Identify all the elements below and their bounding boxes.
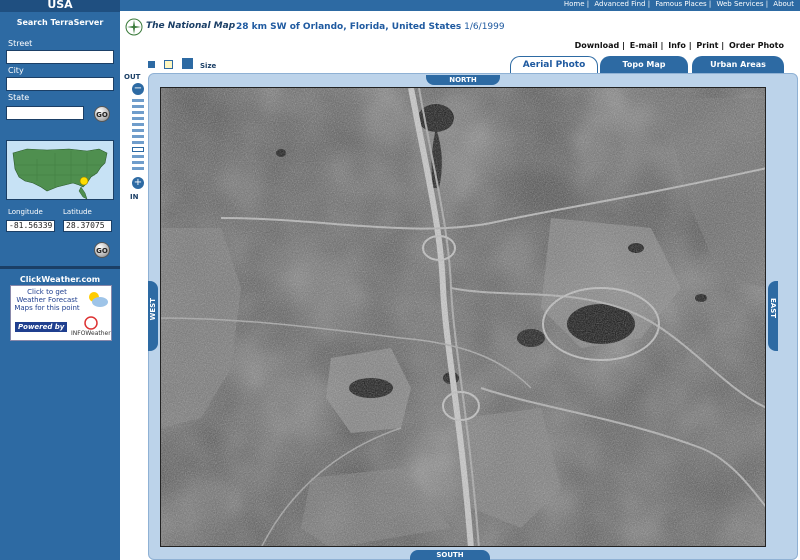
- terraserver-page: USA Search TerraServer Street City State…: [0, 0, 800, 560]
- pan-west-label: WEST: [149, 298, 157, 321]
- nav-advanced-find-link[interactable]: Advanced Find: [594, 0, 645, 8]
- tab-urban-areas[interactable]: Urban Areas: [692, 56, 784, 73]
- city-input[interactable]: [6, 77, 114, 91]
- infoweather-brand: INFOWeather: [71, 330, 111, 337]
- size-large-button[interactable]: [182, 58, 193, 69]
- state-input[interactable]: [6, 106, 84, 120]
- zoom-level-bar[interactable]: [132, 105, 144, 108]
- tab-aerial-photo[interactable]: Aerial Photo: [510, 56, 598, 73]
- zoom-out-label[interactable]: OUT: [124, 73, 140, 81]
- zoom-level-bar[interactable]: [132, 99, 144, 102]
- pan-north-button[interactable]: NORTH: [426, 75, 500, 85]
- nav-home-link[interactable]: Home: [564, 0, 585, 8]
- main-panel: The National Map 28 km SW of Orlando, Fl…: [120, 11, 800, 560]
- city-label: City: [8, 66, 24, 75]
- clickweather-line2: Weather Forecast: [16, 296, 78, 304]
- aerial-photo-image: [161, 88, 765, 546]
- zoom-level-bar[interactable]: [132, 117, 144, 120]
- infoweather-logo-icon: [84, 316, 98, 330]
- zoom-in-label[interactable]: IN: [130, 193, 138, 201]
- location-title: 28 km SW of Orlando, Florida, United Sta…: [236, 22, 505, 32]
- zoom-level-bar[interactable]: [132, 141, 144, 144]
- clickweather-title[interactable]: ClickWeather.com: [0, 275, 120, 284]
- zoom-level-bar-selected[interactable]: [132, 147, 144, 152]
- national-map-logo-icon[interactable]: [125, 18, 143, 36]
- search-go-button[interactable]: GO: [94, 106, 110, 122]
- search-title: Search TerraServer: [16, 18, 104, 27]
- us-overview-map[interactable]: [6, 140, 114, 200]
- longitude-field[interactable]: -81.56339: [6, 220, 55, 232]
- location-marker-icon: [79, 176, 89, 186]
- zoom-level-bar[interactable]: [132, 123, 144, 126]
- state-label: State: [8, 93, 30, 102]
- pan-east-label: EAST: [769, 298, 777, 319]
- size-medium-button[interactable]: [164, 60, 173, 69]
- pan-south-button[interactable]: SOUTH: [410, 550, 490, 560]
- tab-topo-map[interactable]: Topo Map: [600, 56, 688, 73]
- zoom-out-icon[interactable]: −: [132, 83, 144, 95]
- weather-sun-cloud-icon: [89, 292, 108, 307]
- order-photo-link[interactable]: Order Photo: [729, 41, 784, 50]
- street-input[interactable]: [6, 50, 114, 64]
- pan-west-button[interactable]: WEST: [148, 281, 158, 351]
- info-link[interactable]: Info: [668, 41, 686, 50]
- longitude-label: Longitude: [8, 208, 43, 216]
- clickweather-line1: Click to get: [27, 288, 67, 296]
- size-small-button[interactable]: [148, 61, 155, 68]
- zoom-level-bar[interactable]: [132, 161, 144, 164]
- latitude-field[interactable]: 28.37075: [63, 220, 112, 232]
- nav-famous-places-link[interactable]: Famous Places: [655, 0, 706, 8]
- street-label: Street: [8, 39, 33, 48]
- zoom-in-icon[interactable]: +: [132, 177, 144, 189]
- sidebar: USA Search TerraServer Street City State…: [0, 0, 120, 560]
- coords-go-button[interactable]: GO: [94, 242, 110, 258]
- size-label: Size: [200, 62, 217, 70]
- nav-web-services-link[interactable]: Web Services: [716, 0, 763, 8]
- us-map-graphic: [12, 148, 108, 199]
- zoom-level-bar[interactable]: [132, 129, 144, 132]
- sidebar-divider: [0, 266, 120, 269]
- zoom-level-bar[interactable]: [132, 111, 144, 114]
- download-link[interactable]: Download: [575, 41, 620, 50]
- zoom-level-bar[interactable]: [132, 167, 144, 170]
- brand-title: USA: [0, 0, 120, 12]
- print-link[interactable]: Print: [696, 41, 718, 50]
- latitude-label: Latitude: [63, 208, 92, 216]
- pan-east-button[interactable]: EAST: [768, 281, 778, 351]
- toolbar-links: Download | E-mail | Info | Print | Order…: [574, 41, 784, 50]
- email-link[interactable]: E-mail: [630, 41, 658, 50]
- top-nav: Home | Advanced Find | Famous Places | W…: [120, 0, 800, 11]
- clickweather-line3: Maps for this point: [14, 304, 80, 312]
- national-map-logo-text[interactable]: The National Map: [146, 21, 235, 31]
- clickweather-ad[interactable]: Click to get Weather Forecast Maps for t…: [10, 285, 112, 341]
- nav-about-link[interactable]: About: [773, 0, 794, 8]
- image-date: 1/6/1999: [464, 22, 505, 32]
- zoom-level-bar[interactable]: [132, 135, 144, 138]
- zoom-level-bar[interactable]: [132, 155, 144, 158]
- aerial-photo-map[interactable]: [160, 87, 766, 547]
- location-name: 28 km SW of Orlando, Florida, United Sta…: [236, 22, 462, 32]
- powered-by-label: Powered by: [15, 322, 68, 332]
